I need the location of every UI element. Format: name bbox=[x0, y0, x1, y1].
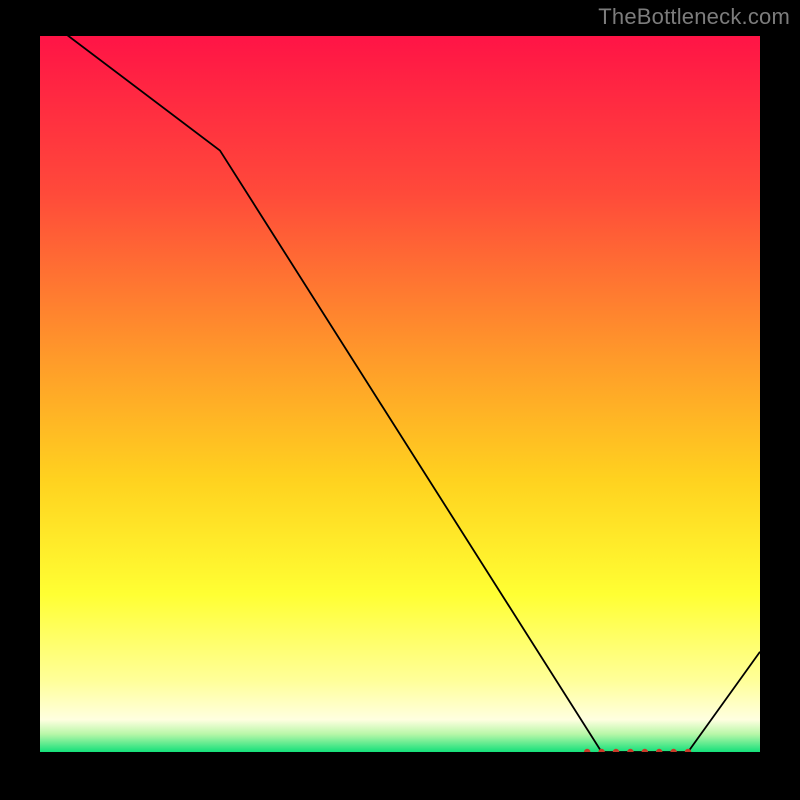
chart-viewport: TheBottleneck.com bbox=[0, 0, 800, 800]
gradient-background bbox=[40, 36, 760, 752]
plot-area bbox=[40, 36, 760, 752]
watermark-text: TheBottleneck.com bbox=[598, 4, 790, 30]
chart-svg bbox=[40, 36, 760, 752]
